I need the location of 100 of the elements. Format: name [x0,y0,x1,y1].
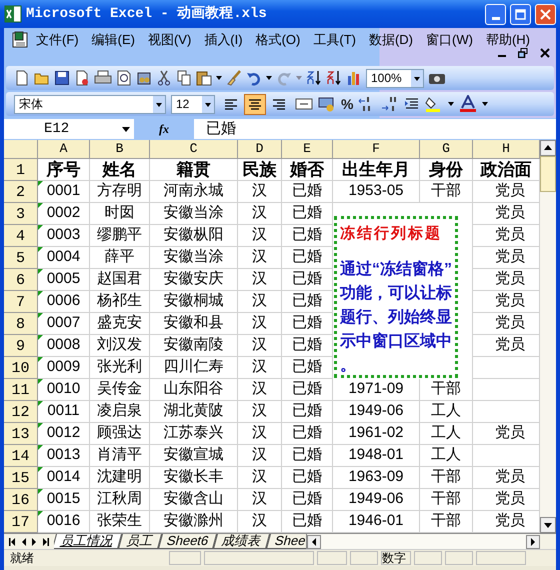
dropdown-arrow-icon[interactable] [448,102,454,106]
row-header[interactable]: 13 [4,423,38,445]
bar-chart-icon[interactable] [346,70,362,86]
table-cell: 工人 [420,445,473,467]
row-header[interactable]: 10 [4,357,38,379]
dropdown-arrow-icon[interactable] [266,76,272,80]
row-header[interactable]: 17 [4,511,38,533]
dropdown-arrow-icon[interactable] [216,76,222,80]
printer-icon[interactable] [94,70,112,86]
sheet-tab[interactable]: 员工 [118,534,162,549]
row-header[interactable]: 14 [4,445,38,467]
column-header[interactable]: A [38,140,90,159]
vertical-scrollbar[interactable] [540,140,556,533]
menu-item[interactable]: 数据(D) [362,30,420,50]
font-color-icon[interactable] [459,95,478,113]
name-box[interactable]: E12 [4,119,134,139]
menu-item[interactable]: 视图(V) [142,30,198,50]
menu-item[interactable]: 帮助(H) [480,30,536,50]
scroll-right-icon[interactable] [526,534,540,548]
table-cell: 0009 [38,357,90,379]
scroll-thumb[interactable] [540,156,556,192]
close-button[interactable] [535,4,556,24]
table-cell: 0004 [38,247,90,269]
binoculars-icon[interactable] [136,70,152,86]
row-header[interactable]: 7 [4,291,38,313]
column-header[interactable]: D [238,140,282,159]
column-header[interactable]: G [420,140,473,159]
print-preview-icon[interactable] [116,70,132,86]
copy-icon[interactable] [176,70,192,86]
first-sheet-icon[interactable] [9,538,15,546]
status-mode: 数字 [381,551,411,565]
scroll-down-icon[interactable] [540,517,556,533]
sort-ascending-icon[interactable] [306,70,322,86]
zoom-dropdown[interactable]: 100% [366,68,424,88]
close-icon[interactable] [540,48,550,58]
align-center-button[interactable] [244,94,266,114]
menu-item[interactable]: 格式(O) [250,30,306,50]
cut-icon[interactable] [156,70,172,86]
row-header[interactable]: 9 [4,335,38,357]
table-cell: 0012 [38,423,90,445]
restore-icon[interactable] [518,48,528,58]
sheet-tab[interactable]: 成绩表 [213,534,270,549]
row-header[interactable]: 16 [4,489,38,511]
table-cell: 时囡 [90,203,150,225]
table-cell: 安徽安庆 [150,269,238,291]
currency-icon[interactable] [318,96,336,112]
table-cell: 1953-05 [333,181,420,203]
row-header[interactable]: 4 [4,225,38,247]
maximize-button[interactable] [510,4,531,24]
insert-function-button[interactable]: fx [134,120,194,138]
menu-item[interactable]: 插入(I) [198,30,249,50]
minimize-button[interactable] [485,4,506,24]
row-header[interactable]: 2 [4,181,38,203]
merge-cells-icon[interactable] [295,96,313,112]
formula-field[interactable]: 已婚 [194,119,556,139]
align-center-icon [247,97,263,111]
dropdown-arrow-icon[interactable] [482,102,488,106]
sort-descending-icon[interactable] [326,70,342,86]
column-header[interactable]: B [90,140,150,159]
sheet-tab[interactable]: 员工情况 [54,534,122,549]
new-file-icon[interactable] [14,70,30,86]
horizontal-scrollbar[interactable] [306,534,540,549]
table-cell: 1948-01 [333,445,420,467]
menu-item[interactable]: 编辑(E) [86,30,141,50]
scroll-left-icon[interactable] [307,534,321,548]
scroll-up-icon[interactable] [540,140,556,156]
column-header[interactable]: C [150,140,238,159]
row-header[interactable]: 6 [4,269,38,291]
column-header[interactable]: E [282,140,333,159]
next-sheet-icon[interactable] [32,538,37,546]
save-icon[interactable] [54,70,70,86]
column-header[interactable]: H [473,140,540,159]
previous-sheet-icon[interactable] [21,538,26,546]
brush-icon[interactable] [226,70,242,86]
menu-item[interactable]: 工具(T) [307,30,362,50]
row-header[interactable]: 5 [4,247,38,269]
table-cell: 0014 [38,467,90,489]
menu-item[interactable]: 窗口(W) [420,30,479,50]
table-cell: 安徽桐城 [150,291,238,313]
last-sheet-icon[interactable] [43,538,49,546]
percent-style-button[interactable]: % [341,94,354,114]
menu-item[interactable]: 文件(F) [30,30,85,50]
table-cell: 已婚 [282,489,333,511]
row-header[interactable]: 1 [4,159,38,181]
row-header[interactable]: 12 [4,401,38,423]
undo-icon[interactable] [246,70,262,86]
document-icon[interactable] [74,70,90,86]
table-cell: 江苏泰兴 [150,423,238,445]
row-header[interactable]: 15 [4,467,38,489]
sheet-tab[interactable]: Sheet6 [158,534,218,549]
row-header[interactable]: 11 [4,379,38,401]
paste-icon[interactable] [196,70,212,86]
sheet-tab[interactable]: Shee [266,534,306,549]
column-header[interactable]: F [333,140,420,159]
table-cell: 1963-09 [333,467,420,489]
row-header[interactable]: 8 [4,313,38,335]
font-size-dropdown[interactable]: 12 [171,94,215,114]
row-header[interactable]: 3 [4,203,38,225]
font-dropdown[interactable]: 宋体 [14,94,166,114]
window-title: Microsoft Excel - 动画教程.xls [26,4,268,24]
